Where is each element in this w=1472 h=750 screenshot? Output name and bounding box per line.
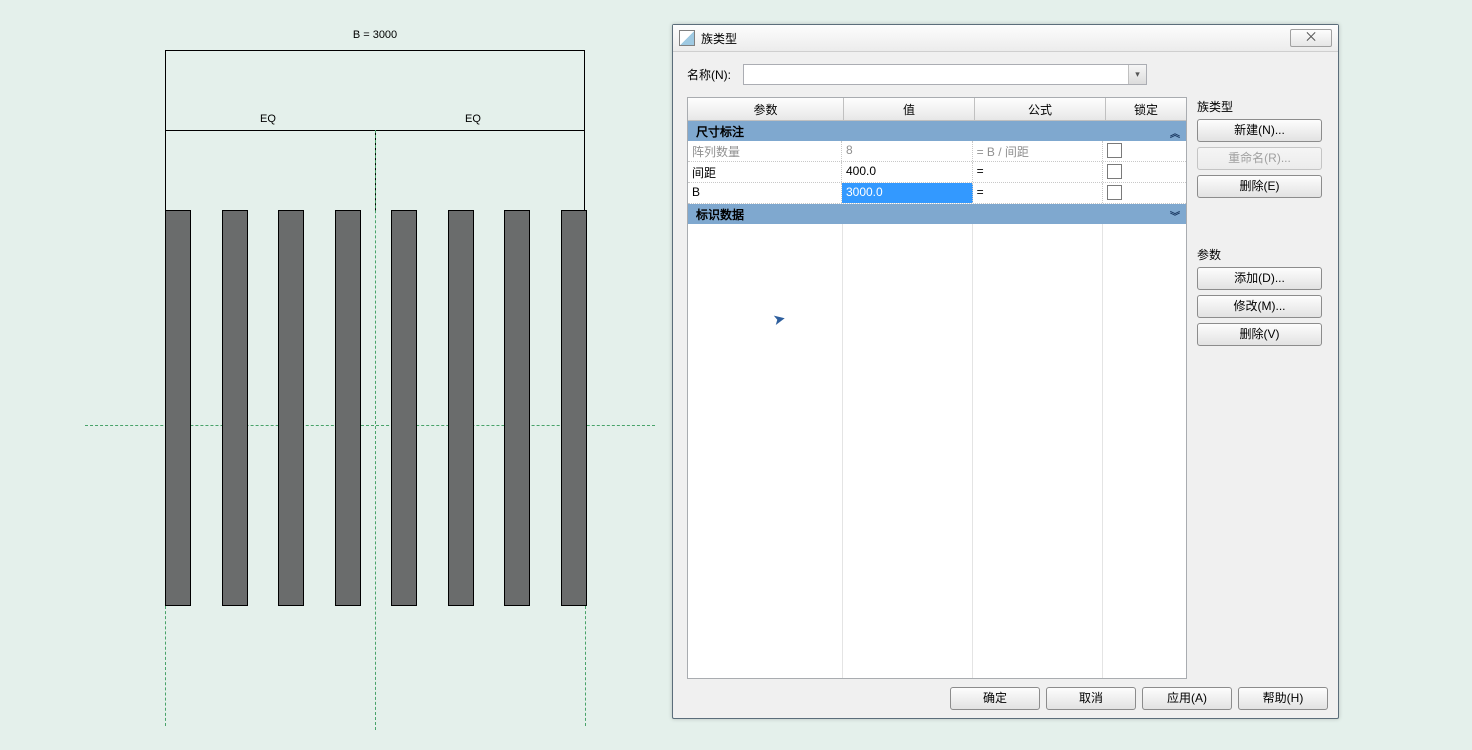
cancel-button[interactable]: 取消 bbox=[1046, 687, 1136, 710]
group-identity[interactable]: 标识数据 ︾ bbox=[688, 204, 1186, 224]
family-types-dialog: 族类型 ⨉ 名称(N): ▾ 参数 值 公式 锁定 尺寸标注 ︽ bbox=[672, 24, 1339, 719]
chevron-down-icon[interactable]: ▾ bbox=[1128, 65, 1146, 84]
param-name[interactable]: 间距 bbox=[688, 162, 842, 182]
param-lock[interactable] bbox=[1103, 141, 1186, 161]
type-name-row: 名称(N): ▾ bbox=[687, 64, 1328, 85]
param-name[interactable]: B bbox=[688, 183, 842, 203]
dialog-title: 族类型 bbox=[701, 30, 1290, 47]
param-formula[interactable]: = bbox=[973, 162, 1104, 182]
array-bar bbox=[222, 210, 248, 606]
titlebar[interactable]: 族类型 ⨉ bbox=[673, 25, 1338, 52]
array-bars bbox=[165, 210, 585, 604]
ok-button[interactable]: 确定 bbox=[950, 687, 1040, 710]
array-bar bbox=[504, 210, 530, 606]
param-formula[interactable]: = B / 间距 bbox=[973, 141, 1104, 161]
collapse-icon: ︽ bbox=[1170, 125, 1180, 140]
checkbox-icon[interactable] bbox=[1107, 164, 1122, 179]
col-formula[interactable]: 公式 bbox=[975, 98, 1106, 120]
ref-plane-left bbox=[165, 606, 166, 726]
array-bar bbox=[165, 210, 191, 606]
array-bar bbox=[335, 210, 361, 606]
table-row[interactable]: 间距400.0= bbox=[688, 162, 1186, 183]
col-lock[interactable]: 锁定 bbox=[1106, 98, 1186, 120]
array-bar bbox=[448, 210, 474, 606]
add-param-button[interactable]: 添加(D)... bbox=[1197, 267, 1322, 290]
help-button[interactable]: 帮助(H) bbox=[1238, 687, 1328, 710]
new-type-button[interactable]: 新建(N)... bbox=[1197, 119, 1322, 142]
dimension-b-line bbox=[165, 50, 585, 63]
eq-label-left: EQ bbox=[260, 113, 276, 125]
apply-button[interactable]: 应用(A) bbox=[1142, 687, 1232, 710]
dialog-buttons: 确定 取消 应用(A) 帮助(H) bbox=[687, 687, 1328, 710]
type-name-label: 名称(N): bbox=[687, 66, 731, 83]
modify-param-button[interactable]: 修改(M)... bbox=[1197, 295, 1322, 318]
eq-label-right: EQ bbox=[465, 113, 481, 125]
param-name[interactable]: 阵列数量 bbox=[688, 141, 842, 161]
group-dimensions[interactable]: 尺寸标注 ︽ bbox=[688, 121, 1186, 141]
ref-plane-right bbox=[585, 606, 586, 726]
col-value[interactable]: 值 bbox=[844, 98, 975, 120]
param-lock[interactable] bbox=[1103, 162, 1186, 182]
param-value[interactable]: 400.0 bbox=[842, 162, 973, 182]
parameter-grid: 参数 值 公式 锁定 尺寸标注 ︽ 阵列数量8= B / 间距间距400.0=B… bbox=[687, 97, 1187, 679]
expand-icon: ︾ bbox=[1170, 208, 1180, 223]
grid-header: 参数 值 公式 锁定 bbox=[688, 98, 1186, 121]
param-formula[interactable]: = bbox=[973, 183, 1104, 203]
grid-empty-area bbox=[688, 224, 1186, 678]
array-bar bbox=[391, 210, 417, 606]
side-panel: 族类型 新建(N)... 重命名(R)... 删除(E) 参数 添加(D)...… bbox=[1197, 97, 1322, 679]
remove-param-button[interactable]: 删除(V) bbox=[1197, 323, 1322, 346]
type-name-combo[interactable]: ▾ bbox=[743, 64, 1147, 85]
rename-type-button: 重命名(R)... bbox=[1197, 147, 1322, 170]
param-value[interactable]: 8 bbox=[842, 141, 973, 161]
checkbox-icon[interactable] bbox=[1107, 143, 1122, 158]
param-value[interactable]: 3000.0 bbox=[842, 183, 973, 203]
array-bar bbox=[278, 210, 304, 606]
table-row[interactable]: B3000.0= bbox=[688, 183, 1186, 204]
table-row[interactable]: 阵列数量8= B / 间距 bbox=[688, 141, 1186, 162]
array-bar bbox=[561, 210, 587, 606]
col-param[interactable]: 参数 bbox=[688, 98, 844, 120]
side-title-parameters: 参数 bbox=[1197, 246, 1322, 263]
param-lock[interactable] bbox=[1103, 183, 1186, 203]
family-editor-canvas: B = 3000 EQ EQ bbox=[0, 0, 650, 750]
close-button[interactable]: ⨉ bbox=[1290, 29, 1332, 47]
delete-type-button[interactable]: 删除(E) bbox=[1197, 175, 1322, 198]
dimension-b-label: B = 3000 bbox=[165, 29, 585, 41]
checkbox-icon[interactable] bbox=[1107, 185, 1122, 200]
app-icon bbox=[679, 30, 695, 46]
side-title-family-types: 族类型 bbox=[1197, 98, 1322, 115]
